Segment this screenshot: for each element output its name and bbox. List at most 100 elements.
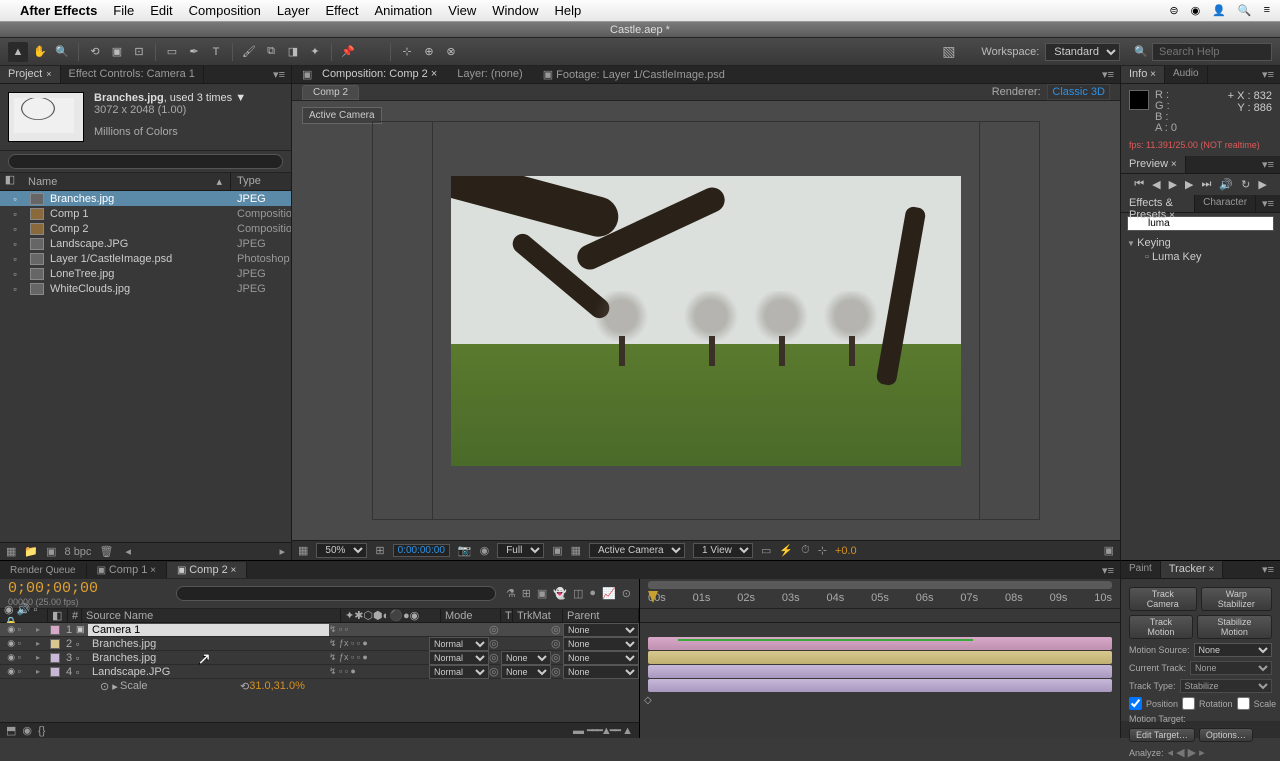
current-track-select[interactable]: None bbox=[1190, 661, 1272, 675]
preview-menu-icon[interactable]: ▾≡ bbox=[1256, 156, 1280, 173]
col-name-header[interactable]: Name▴ bbox=[20, 173, 231, 190]
snapshot-icon[interactable]: 📷 bbox=[458, 544, 472, 557]
workspace-select[interactable]: Standard bbox=[1045, 43, 1120, 61]
zoom-tool[interactable]: 🔍 bbox=[52, 42, 72, 62]
timeline-timecode[interactable]: 0;00;00;00 bbox=[8, 580, 98, 597]
timeline-layer[interactable]: ◉ ▫▸4▫Landscape.JPG↯ ▫ ▫ ●Normal◎None◎No… bbox=[0, 665, 639, 679]
snapping-icon[interactable]: ▧ bbox=[942, 43, 955, 60]
wifi-icon[interactable]: ⊜ bbox=[1169, 4, 1178, 17]
keyframe-icon[interactable]: ◇ bbox=[644, 695, 652, 706]
cb-scale[interactable] bbox=[1237, 697, 1250, 710]
effects-item-luma-key[interactable]: Luma Key bbox=[1127, 250, 1274, 264]
project-search-input[interactable] bbox=[8, 154, 283, 169]
sync-icon[interactable]: ◉ bbox=[1191, 4, 1201, 17]
tl-shy-icon[interactable]: 👻 bbox=[553, 587, 567, 600]
tl-zoomslider[interactable]: ━━━▲━━ bbox=[587, 725, 619, 737]
menu-layer[interactable]: Layer bbox=[277, 3, 310, 18]
roi-icon[interactable]: ▣ bbox=[552, 544, 562, 557]
menu-effect[interactable]: Effect bbox=[325, 3, 358, 18]
tab-footage[interactable]: ▣ Footage: Layer 1/CastleImage.psd bbox=[533, 66, 735, 83]
preview-audio-icon[interactable]: 🔊 bbox=[1219, 178, 1233, 191]
timecode-readout[interactable]: 0:00:00:00 bbox=[393, 544, 450, 557]
tl-brainstorm-icon[interactable]: ⚗ bbox=[506, 587, 516, 600]
spotlight-icon[interactable]: 🔍 bbox=[1238, 4, 1252, 17]
localaxis-icon[interactable]: ⊹ bbox=[397, 42, 417, 62]
menu-composition[interactable]: Composition bbox=[189, 3, 261, 18]
tab-composition[interactable]: Composition: Comp 2 × bbox=[312, 66, 447, 83]
preview-loop-icon[interactable]: ↻ bbox=[1241, 178, 1250, 191]
tl-toggleeye-icon[interactable]: ◉ bbox=[22, 724, 32, 737]
zoom-select[interactable]: 50% bbox=[316, 543, 367, 558]
tab-audio[interactable]: Audio bbox=[1165, 66, 1208, 83]
project-item[interactable]: ▫Branches.jpgJPEG bbox=[0, 191, 291, 206]
timeline-search-input[interactable] bbox=[176, 586, 496, 601]
alpha-icon[interactable]: ▦ bbox=[298, 544, 308, 557]
timeline-icon[interactable]: ⏱ bbox=[801, 544, 810, 557]
timeline-layer[interactable]: ◉ ▫▸2▫Branches.jpg↯ ƒx ▫ ▫ ●Normal◎◎None bbox=[0, 637, 639, 651]
col-type-header[interactable]: Type bbox=[231, 173, 291, 190]
tl-frameblend-icon[interactable]: ◫ bbox=[573, 587, 583, 600]
track-layer3[interactable] bbox=[648, 665, 1112, 678]
info-menu-icon[interactable]: ▾≡ bbox=[1256, 66, 1280, 83]
clone-tool[interactable]: ⧉ bbox=[261, 42, 281, 62]
tab-character[interactable]: Character bbox=[1195, 195, 1256, 212]
tab-tracker[interactable]: Tracker × bbox=[1161, 561, 1224, 578]
tab-comp2[interactable]: ▣ Comp 2 × bbox=[167, 562, 247, 578]
pen-tool[interactable]: ✒ bbox=[184, 42, 204, 62]
timeline-menu-icon[interactable]: ▾≡ bbox=[1096, 562, 1120, 579]
cb-position[interactable] bbox=[1129, 697, 1142, 710]
roto-tool[interactable]: ✦ bbox=[305, 42, 325, 62]
tab-render-queue[interactable]: Render Queue bbox=[0, 563, 87, 578]
tl-graph-icon[interactable]: 📈 bbox=[602, 587, 616, 600]
preview-prev-icon[interactable]: ◀ bbox=[1152, 178, 1160, 191]
channel-icon[interactable]: ◉ bbox=[480, 544, 490, 557]
effects-folder-keying[interactable]: Keying bbox=[1127, 236, 1274, 250]
tl-motionblur-icon[interactable]: ● bbox=[589, 587, 596, 600]
folder-icon[interactable]: 📁 bbox=[24, 545, 38, 558]
menu-view[interactable]: View bbox=[448, 3, 476, 18]
tracker-menu-icon[interactable]: ▾≡ bbox=[1256, 561, 1280, 578]
maximize-icon[interactable]: ▣ bbox=[1104, 544, 1114, 557]
tl-draft3d-icon[interactable]: ▣ bbox=[537, 587, 547, 600]
text-tool[interactable]: T bbox=[206, 42, 226, 62]
menu-animation[interactable]: Animation bbox=[374, 3, 432, 18]
interpret-icon[interactable]: ▦ bbox=[6, 545, 16, 558]
resolution-select[interactable]: Full bbox=[497, 543, 544, 558]
fastpreview-icon[interactable]: ⚡ bbox=[779, 544, 793, 557]
camera-select[interactable]: Active Camera bbox=[589, 543, 685, 558]
menu-window[interactable]: Window bbox=[492, 3, 538, 18]
trash-icon[interactable]: 🗑 bbox=[99, 545, 113, 558]
tab-effects-presets[interactable]: Effects & Presets × bbox=[1121, 195, 1195, 212]
viewaxis-icon[interactable]: ⊗ bbox=[441, 42, 461, 62]
hand-tool[interactable]: ✋ bbox=[30, 42, 50, 62]
preview-ram-icon[interactable]: ▶ bbox=[1258, 178, 1266, 191]
menu-icon[interactable]: ≡ bbox=[1264, 4, 1270, 17]
comp-panel-menu-icon[interactable]: ▾≡ bbox=[1096, 66, 1120, 83]
menu-edit[interactable]: Edit bbox=[150, 3, 172, 18]
help-search-input[interactable] bbox=[1152, 43, 1272, 61]
panbehind-tool[interactable]: ⊡ bbox=[129, 42, 149, 62]
user-icon[interactable]: 👤 bbox=[1212, 4, 1226, 17]
tab-comp1[interactable]: ▣ Comp 1 × bbox=[87, 562, 167, 578]
track-layer4[interactable] bbox=[648, 679, 1112, 692]
stabilize-motion-button[interactable]: Stabilize Motion bbox=[1197, 615, 1272, 639]
tab-effect-controls[interactable]: Effect Controls: Camera 1 bbox=[61, 66, 204, 83]
track-camera1[interactable] bbox=[648, 637, 1112, 650]
eraser-tool[interactable]: ◨ bbox=[283, 42, 303, 62]
edit-target-button[interactable]: Edit Target… bbox=[1129, 728, 1195, 742]
track-motion-button[interactable]: Track Motion bbox=[1129, 615, 1193, 639]
timeline-layer[interactable]: ◉ ▫▸1▣Camera 1↯ ▫ ▫ ◎◎None bbox=[0, 623, 639, 637]
preview-last-icon[interactable]: ⏭ bbox=[1202, 178, 1212, 191]
guides-icon[interactable]: ⊹ bbox=[818, 544, 827, 557]
exposure-value[interactable]: +0.0 bbox=[835, 545, 857, 557]
project-item[interactable]: ▫WhiteClouds.jpgJPEG bbox=[0, 281, 291, 296]
tl-togglemodes-icon[interactable]: {} bbox=[38, 725, 45, 737]
track-type-select[interactable]: Stabilize bbox=[1180, 679, 1272, 693]
project-item[interactable]: ▫LoneTree.jpgJPEG bbox=[0, 266, 291, 281]
preview-play-icon[interactable]: ▶ bbox=[1169, 178, 1177, 191]
tl-zoomout-icon[interactable]: ▬ bbox=[573, 725, 584, 737]
options-button[interactable]: Options… bbox=[1199, 728, 1253, 742]
comp-icon[interactable]: ▣ bbox=[46, 545, 56, 558]
tl-toggleswatch-icon[interactable]: ⬒ bbox=[6, 724, 16, 737]
composition-viewer[interactable]: Active Camera bbox=[292, 101, 1120, 540]
